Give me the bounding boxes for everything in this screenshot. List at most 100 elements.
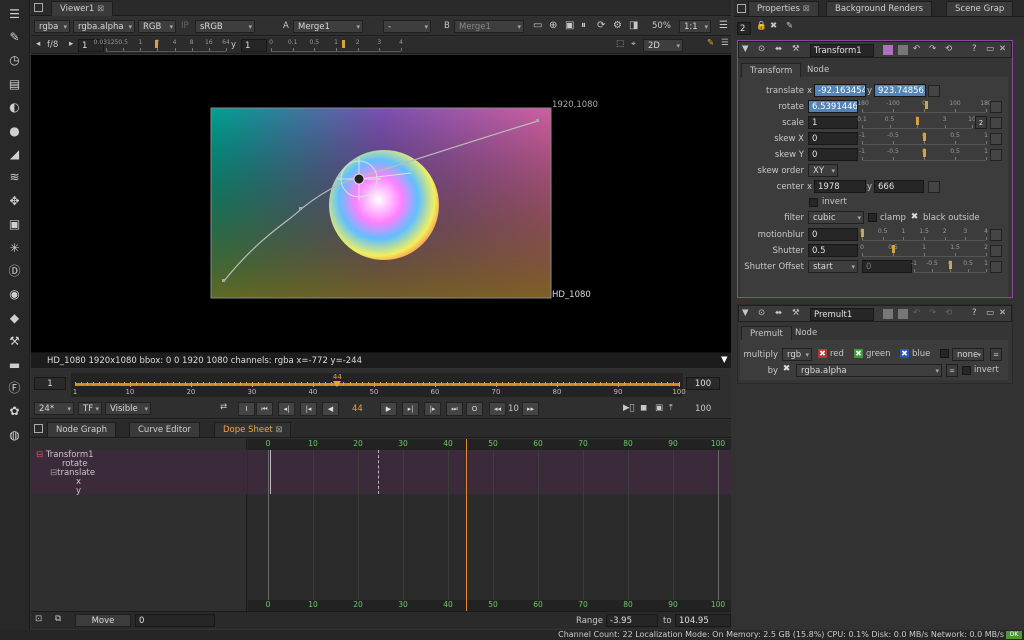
close-panel-icon[interactable]: ✕ xyxy=(999,44,1006,54)
node-color-icon[interactable] xyxy=(883,309,893,319)
rotate-slider[interactable]: -180 -100 0 100 180 xyxy=(855,100,992,113)
motionblur-curve-icon[interactable] xyxy=(990,229,1002,241)
slider-handle[interactable] xyxy=(923,133,926,141)
gpu-icon[interactable]: ⚙ xyxy=(613,20,622,31)
tab-scene-graph[interactable]: Scene Grap xyxy=(946,1,1014,16)
rotate-curve-icon[interactable] xyxy=(990,101,1002,113)
refresh-icon[interactable]: ⟳ xyxy=(597,20,605,31)
tab-properties[interactable]: Properties ⊠ xyxy=(748,1,819,16)
motionblur-slider[interactable]: 00.511.5234 xyxy=(860,228,988,241)
shutter-custom-curve-icon[interactable] xyxy=(990,261,1002,273)
ip-button[interactable]: IP xyxy=(181,21,189,31)
cube-icon[interactable]: ▣ xyxy=(5,215,24,234)
help-icon[interactable]: ? xyxy=(972,44,977,54)
timeline-playhead[interactable] xyxy=(333,381,342,387)
node-name-field[interactable]: Transform1 xyxy=(810,44,874,57)
paint-icon[interactable]: ✎ xyxy=(5,27,24,46)
out-point-button[interactable]: O xyxy=(466,402,483,416)
gain-slider[interactable]: 0.031250.512481664 xyxy=(94,39,230,52)
next-icon[interactable]: ▸ xyxy=(69,39,73,49)
slider-handle[interactable] xyxy=(925,101,929,109)
gamma-field[interactable]: 1 xyxy=(241,39,267,52)
tab-premult[interactable]: Premult xyxy=(741,326,792,340)
max-panels-field[interactable]: 2 xyxy=(737,22,751,35)
translate-curve-icon[interactable] xyxy=(928,85,940,97)
edit-icon[interactable]: ✎ xyxy=(786,21,793,31)
center-curve-icon[interactable] xyxy=(928,181,940,193)
slider-handle[interactable] xyxy=(861,229,864,237)
channel-icon[interactable]: ▤ xyxy=(5,74,24,93)
dope-playhead[interactable] xyxy=(466,439,467,611)
dope-keyframe[interactable] xyxy=(270,450,272,494)
tab-node-graph[interactable]: Node Graph xyxy=(47,422,116,437)
clamp-checkbox[interactable] xyxy=(868,213,877,222)
skew-x-slider[interactable]: -1-0.500.51 xyxy=(859,132,988,145)
cache-icon[interactable]: ▣ xyxy=(655,403,663,413)
tab-curve-editor[interactable]: Curve Editor xyxy=(129,422,200,437)
black-outside-checkbox[interactable]: ✖ xyxy=(910,213,919,222)
help-icon[interactable]: ? xyxy=(972,308,977,318)
metadata-icon[interactable]: ◆ xyxy=(5,308,24,327)
skip-forward-button[interactable]: ▸▸ xyxy=(522,402,539,416)
pane-menu-icon[interactable] xyxy=(34,3,43,12)
by-link-button[interactable]: = xyxy=(946,364,958,377)
float-icon[interactable]: ▭ xyxy=(986,308,994,318)
pause-icon[interactable]: ⏸ xyxy=(581,20,586,31)
composite-mode-dropdown[interactable]: - xyxy=(383,20,431,33)
undo-icon[interactable]: ↶ xyxy=(913,44,920,54)
revert-icon[interactable]: ⟲ xyxy=(945,44,952,54)
tab-background-renders[interactable]: Background Renders xyxy=(826,1,933,16)
previous-keyframe-button[interactable]: ◂| xyxy=(278,402,295,416)
a-input-dropdown[interactable]: Merge1 xyxy=(293,20,363,33)
center-node-icon[interactable]: ⬌ xyxy=(775,308,782,318)
proxy-ratio-dropdown[interactable]: 1:1 xyxy=(679,20,711,33)
node-color-icon[interactable] xyxy=(883,45,893,55)
tab-node[interactable]: Node xyxy=(799,63,837,77)
center-y-field[interactable]: 666 xyxy=(874,180,924,193)
multiply-dropdown[interactable]: rgb xyxy=(782,348,812,361)
skew-x-field[interactable]: 0 xyxy=(808,132,858,145)
skew-order-dropdown[interactable]: XY xyxy=(808,164,838,177)
collapse-icon[interactable]: ▼ xyxy=(742,44,749,54)
red-checkbox[interactable]: ✖ xyxy=(818,349,827,358)
move-button[interactable]: Move xyxy=(75,614,131,627)
slider-handle[interactable] xyxy=(949,261,952,269)
node-settings-icon[interactable]: ⚒ xyxy=(792,44,800,54)
shutter-slider[interactable]: 00.511.52 xyxy=(860,244,988,257)
tab-transform[interactable]: Transform xyxy=(741,63,802,77)
alpha-checkbox[interactable] xyxy=(940,349,949,358)
gamut-warning-icon[interactable]: ⊕ xyxy=(549,20,557,31)
translate-y-field[interactable]: 923.7485656 xyxy=(874,84,926,97)
slider-handle[interactable] xyxy=(341,40,345,48)
settings-icon[interactable]: ☰ xyxy=(719,20,728,31)
fps-dropdown[interactable]: 24* xyxy=(34,402,74,415)
translate-x-field[interactable]: -92.1634545 xyxy=(814,84,866,97)
timeline-ruler[interactable]: 1 10 20 30 40 50 60 70 80 90 100 44 xyxy=(71,373,686,397)
viewer-canvas[interactable]: 1920,1080 HD_1080 xyxy=(31,55,731,352)
none-dropdown[interactable]: none xyxy=(952,348,984,361)
pane-menu-icon[interactable] xyxy=(737,4,746,13)
layers-icon[interactable]: ≋ xyxy=(5,168,24,187)
tf-dropdown[interactable]: TF xyxy=(78,402,102,415)
tree-item-translate[interactable]: ⊟translate xyxy=(50,468,95,478)
plugins-icon[interactable]: ✿ xyxy=(5,402,24,421)
node-view-icon[interactable]: ⊙ xyxy=(758,308,765,318)
close-icon[interactable]: ⊠ xyxy=(97,4,104,14)
display-style-dropdown[interactable]: RGB xyxy=(138,20,176,33)
move-value-field[interactable]: 0 xyxy=(135,614,215,627)
scale-curve-icon[interactable] xyxy=(990,117,1002,129)
close-icon[interactable]: ⊠ xyxy=(275,425,282,435)
alpha-channel-dropdown[interactable]: rgba.alpha xyxy=(73,20,135,33)
toolsets-icon[interactable]: ⚒ xyxy=(5,332,24,351)
center-node-icon[interactable]: ⬌ xyxy=(775,44,782,54)
color-icon[interactable]: ◐ xyxy=(5,98,24,117)
slider-handle[interactable] xyxy=(923,149,926,157)
bounce-icon[interactable]: ⤒ xyxy=(669,403,673,413)
slider-handle[interactable] xyxy=(892,245,895,253)
scale-field[interactable]: 1 xyxy=(808,116,858,129)
nuke-logo-icon[interactable]: ◍ xyxy=(5,425,24,444)
dope-keyframe[interactable] xyxy=(378,450,380,494)
node-view-icon[interactable]: ⊙ xyxy=(758,44,765,54)
skew-y-curve-icon[interactable] xyxy=(990,149,1002,161)
clear-panels-icon[interactable]: ✖ xyxy=(770,21,777,31)
